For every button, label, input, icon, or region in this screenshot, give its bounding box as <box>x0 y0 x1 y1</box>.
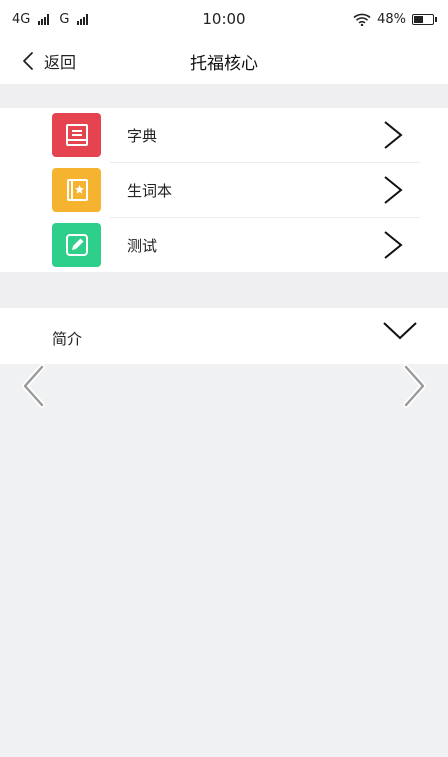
menu-item-dictionary[interactable]: 字典 <box>0 108 448 162</box>
dictionary-tile <box>52 113 101 157</box>
menu-item-test[interactable]: 测试 <box>0 218 448 272</box>
battery-percent: 48% <box>377 11 406 27</box>
section-gap <box>0 272 448 308</box>
chevron-left-icon <box>23 52 33 70</box>
nav-bar: 返回 托福核心 <box>0 38 448 84</box>
vocabulary-tile <box>52 168 101 212</box>
chevron-right-icon <box>384 176 403 204</box>
status-bar: 4G G 10:00 48% <box>0 0 448 38</box>
back-button[interactable]: 返回 <box>22 38 76 84</box>
dictionary-book-icon <box>65 124 88 146</box>
menu-list: 字典 生词本 测试 <box>0 108 448 272</box>
menu-item-label: 字典 <box>127 126 158 145</box>
menu-item-label: 生词本 <box>127 181 173 200</box>
status-right: 48% <box>353 11 437 27</box>
signal-strength-icon-2 <box>77 13 89 25</box>
network-label-4g: 4G <box>12 11 31 27</box>
intro-content <box>0 364 448 757</box>
intro-label: 简介 <box>52 330 83 348</box>
wifi-icon <box>353 13 371 26</box>
status-left: 4G G <box>12 11 89 27</box>
battery-fill <box>414 15 423 23</box>
battery-icon <box>412 13 437 25</box>
test-tile <box>52 223 101 267</box>
chevron-right-icon <box>384 231 403 259</box>
back-label: 返回 <box>44 53 77 72</box>
network-label-g: G <box>59 11 70 27</box>
test-pencil-icon <box>65 234 88 256</box>
chevron-right-icon <box>384 121 403 149</box>
chevron-right-outline-icon <box>403 364 426 408</box>
section-gap <box>0 84 448 108</box>
chevron-left-outline-icon <box>22 364 45 408</box>
previous-arrow-button[interactable] <box>20 364 48 408</box>
menu-item-vocabulary[interactable]: 生词本 <box>0 163 448 217</box>
signal-strength-icon <box>38 13 50 25</box>
chevron-down-icon <box>383 322 417 340</box>
menu-item-label: 测试 <box>127 236 158 255</box>
vocabulary-notebook-icon <box>66 179 88 201</box>
intro-row[interactable]: 简介 <box>0 308 448 364</box>
next-arrow-button[interactable] <box>400 364 428 408</box>
